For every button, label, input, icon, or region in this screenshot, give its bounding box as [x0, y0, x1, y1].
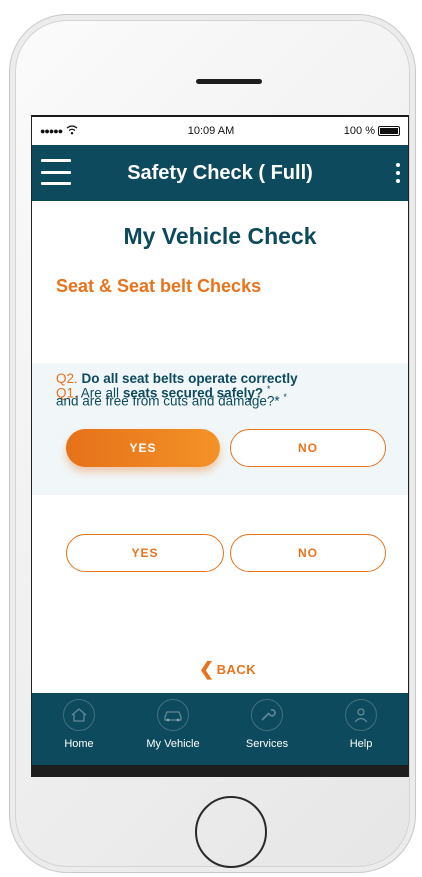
question-2-text-after: and are free from cuts and damage?* [56, 393, 280, 409]
question-2-yes-button[interactable]: YES [66, 534, 224, 572]
more-options-icon[interactable] [396, 163, 400, 183]
question-2-number: Q2. [56, 371, 78, 386]
required-mark: * [283, 392, 287, 402]
wifi-icon [66, 124, 78, 138]
help-icon [345, 699, 377, 731]
status-time: 10:09 AM [187, 125, 235, 137]
tab-label-services: Services [245, 738, 289, 750]
question-1-yes-button[interactable]: YES [66, 429, 220, 467]
screen-bottom-bezel [32, 765, 408, 777]
tab-label-my-vehicle: My Vehicle [146, 738, 200, 750]
wrench-icon [251, 699, 283, 731]
chevron-left-icon: ❮ [199, 659, 215, 679]
phone-home-button[interactable] [195, 796, 267, 868]
tab-help[interactable]: Help [314, 693, 408, 765]
menu-icon[interactable] [41, 159, 71, 185]
battery-percent: 100 % [343, 125, 375, 137]
status-bar: ●●●●● 10:09 AM 100 % [32, 115, 408, 145]
question-2-text: Q2. Do all seat belts operate correctly … [56, 370, 396, 411]
tab-my-vehicle[interactable]: My Vehicle [126, 693, 220, 765]
question-2-text-bold: Do all seat belts operate correctly [81, 371, 298, 386]
tab-label-home: Home [64, 738, 94, 750]
tab-home[interactable]: Home [32, 693, 126, 765]
back-link[interactable]: ❮ BACK [199, 659, 257, 679]
signal-indicator: ●●●●● [40, 124, 78, 138]
tab-label-help: Help [349, 738, 373, 750]
section-title: Seat & Seat belt Checks [56, 276, 262, 296]
page-title: My Vehicle Check [123, 223, 317, 249]
home-icon [63, 699, 95, 731]
app-bar-title: Safety Check ( Full) [127, 161, 313, 184]
battery-icon [378, 126, 400, 136]
app-bar: Safety Check ( Full) [32, 145, 408, 201]
battery-indicator: 100 % [344, 125, 400, 137]
car-icon [157, 699, 189, 731]
question-1-no-button[interactable]: NO [230, 429, 386, 467]
main-content: My Vehicle Check Seat & Seat belt Checks… [32, 223, 408, 715]
app-screen: ●●●●● 10:09 AM 100 % Safety Check ( Full… [31, 115, 409, 777]
phone-speaker [196, 79, 262, 84]
signal-dots-icon: ●●●●● [40, 126, 63, 136]
question-2-no-button[interactable]: NO [230, 534, 386, 572]
bottom-tab-bar: Home My Vehicle Services Help [32, 693, 408, 765]
back-label: BACK [216, 661, 257, 677]
tab-services[interactable]: Services [220, 693, 314, 765]
